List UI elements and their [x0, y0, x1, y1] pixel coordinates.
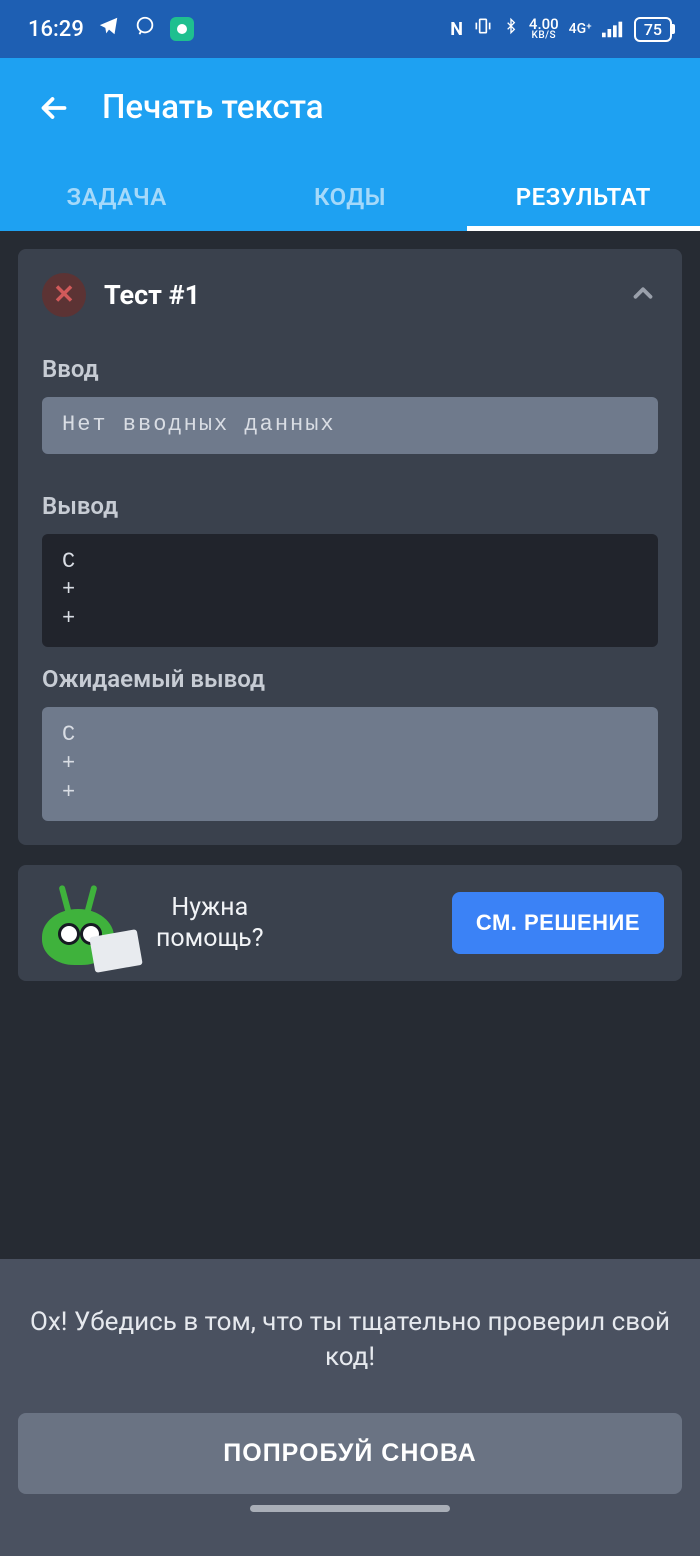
retry-button[interactable]: ПОПРОБУЙ СНОВА	[18, 1413, 682, 1494]
net-gen: 4G⁺	[569, 21, 592, 37]
whatsapp-icon	[134, 15, 156, 43]
tab-codes[interactable]: КОДЫ	[233, 167, 466, 231]
tab-result[interactable]: РЕЗУЛЬТАТ	[467, 167, 700, 231]
status-bar: 16:29 N 4.00 KB/S 4G⁺ 75	[0, 0, 700, 58]
see-solution-button[interactable]: СМ. РЕШЕНИЕ	[452, 892, 664, 954]
test-title: Тест #1	[104, 279, 200, 311]
result-message: Ох! Убедись в том, что ты тщательно пров…	[18, 1305, 682, 1375]
app-icon	[170, 17, 194, 41]
battery-level: 75	[634, 17, 672, 42]
back-arrow-icon[interactable]	[36, 90, 72, 126]
input-label: Ввод	[42, 355, 658, 383]
net-speed: 4.00 KB/S	[529, 18, 559, 41]
status-time: 16:29	[28, 17, 84, 42]
content: ✕ Тест #1 Ввод Нет вводных данных Вывод …	[0, 231, 700, 999]
page-title: Печать текста	[102, 88, 324, 127]
signal-icon	[602, 20, 624, 38]
help-card: Нужна помощь? СМ. РЕШЕНИЕ	[18, 865, 682, 981]
tab-task[interactable]: ЗАДАЧА	[0, 167, 233, 231]
nfc-icon: N	[450, 19, 463, 40]
mascot-icon	[36, 879, 136, 967]
fail-status-icon: ✕	[42, 273, 86, 317]
input-value: Нет вводных данных	[42, 397, 658, 454]
test-card: ✕ Тест #1 Ввод Нет вводных данных Вывод …	[18, 249, 682, 845]
nav-bar	[18, 1494, 682, 1522]
expected-value: C + +	[42, 707, 658, 821]
output-label: Вывод	[42, 492, 658, 520]
nav-pill-icon[interactable]	[250, 1505, 450, 1512]
close-icon: ✕	[53, 280, 75, 310]
bottom-panel: Ох! Убедись в том, что ты тщательно пров…	[0, 1259, 700, 1556]
chevron-up-icon[interactable]	[628, 278, 658, 312]
output-value: C + +	[42, 534, 658, 648]
vibrate-icon	[473, 16, 493, 42]
app-header: Печать текста ЗАДАЧА КОДЫ РЕЗУЛЬТАТ	[0, 58, 700, 231]
expected-label: Ожидаемый вывод	[42, 665, 658, 693]
bluetooth-icon	[503, 15, 519, 43]
telegram-icon	[98, 15, 120, 43]
help-text: Нужна помощь?	[156, 892, 264, 955]
tabs: ЗАДАЧА КОДЫ РЕЗУЛЬТАТ	[0, 167, 700, 231]
